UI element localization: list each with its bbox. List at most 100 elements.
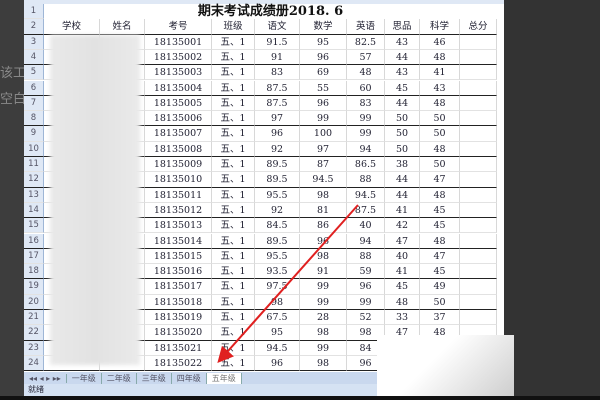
sheet-tab[interactable]: 二年级 [102,372,137,384]
cell[interactable]: 五、1 [212,294,255,310]
cell[interactable]: 37 [420,310,460,326]
cell[interactable]: 50 [385,126,420,142]
cell[interactable]: 思品 [385,19,420,35]
cell[interactable]: 班级 [212,19,255,35]
row-number[interactable]: 5 [24,65,44,81]
cell[interactable]: 41 [385,202,420,219]
cell[interactable]: 18135004 [145,80,212,96]
cell[interactable]: 52 [347,310,385,326]
cell[interactable]: 100 [300,126,347,142]
sheet-tab[interactable]: 一年级 [67,372,102,384]
cell[interactable]: 98 [300,248,347,265]
cell[interactable]: 95.5 [255,248,300,265]
cell[interactable]: 英语 [347,19,385,35]
cell[interactable]: 83 [347,95,385,112]
cell[interactable]: 语文 [255,19,300,35]
cell[interactable]: 41 [420,65,460,81]
cell[interactable]: 18135020 [145,325,212,341]
row-number[interactable]: 14 [24,202,44,219]
cell[interactable]: 99 [347,126,385,142]
cell[interactable]: 88 [347,172,385,188]
row-number[interactable]: 1 [24,4,44,20]
sheet-tab[interactable]: 五年级 [206,372,242,384]
cell[interactable]: 18135015 [145,248,212,265]
cell[interactable]: 67.5 [255,310,300,326]
cell[interactable]: 43 [385,34,420,50]
cell[interactable]: 96 [300,95,347,112]
row-number[interactable]: 3 [24,34,44,50]
cell[interactable]: 五、1 [212,111,255,127]
cell[interactable]: 48 [385,294,420,310]
row-number[interactable]: 11 [24,157,44,173]
cell[interactable] [460,157,497,173]
cell[interactable]: 69 [300,65,347,81]
cell[interactable]: 48 [420,233,460,249]
cell[interactable]: 五、1 [212,233,255,249]
cell[interactable]: 18135010 [145,172,212,188]
cell[interactable]: 五、1 [212,310,255,326]
row-number[interactable]: 9 [24,126,44,142]
cell[interactable] [460,248,497,265]
cell[interactable]: 86 [300,218,347,234]
cell[interactable]: 41 [385,264,420,280]
cell[interactable]: 学校 [44,19,100,35]
cell[interactable]: 50 [420,157,460,173]
cell[interactable]: 五、1 [212,264,255,280]
cell[interactable]: 83 [255,65,300,81]
cell[interactable]: 五、1 [212,34,255,50]
row-number[interactable]: 24 [24,355,44,372]
cell[interactable]: 97 [300,141,347,157]
cell[interactable] [460,34,497,50]
cell[interactable]: 94 [347,233,385,249]
cell[interactable]: 18135017 [145,279,212,295]
cell[interactable]: 88 [347,248,385,265]
cell[interactable]: 18135019 [145,310,212,326]
cell[interactable] [460,202,497,219]
cell[interactable] [460,310,497,326]
cell[interactable]: 44 [385,49,420,66]
cell[interactable]: 五、1 [212,141,255,157]
cell[interactable]: 60 [347,80,385,96]
row-number[interactable]: 15 [24,218,44,234]
cell[interactable]: 18135009 [145,157,212,173]
cell[interactable]: 18135002 [145,49,212,66]
cell[interactable]: 科学 [420,19,460,35]
cell[interactable]: 姓名 [100,19,145,35]
cell[interactable]: 99 [300,279,347,295]
cell[interactable] [460,80,497,96]
cell[interactable]: 46 [420,34,460,50]
sheet-title[interactable]: 期末考试成绩册2018. 6 [44,4,497,19]
cell[interactable] [460,187,497,203]
cell[interactable] [460,172,497,188]
cell[interactable]: 总分 [460,19,497,35]
cell[interactable]: 93.5 [255,264,300,280]
cell[interactable]: 87.5 [255,80,300,96]
cell[interactable]: 五、1 [212,218,255,234]
cell[interactable]: 18135014 [145,233,212,249]
cell[interactable]: 55 [300,80,347,96]
cell[interactable]: 五、1 [212,248,255,265]
cell[interactable]: 五、1 [212,172,255,188]
cell[interactable]: 45 [420,218,460,234]
cell[interactable]: 44 [385,95,420,112]
row-number[interactable]: 16 [24,233,44,249]
cell[interactable]: 50 [420,294,460,310]
cell[interactable] [460,218,497,234]
cell[interactable]: 48 [420,49,460,66]
cell[interactable]: 96 [347,279,385,295]
row-number[interactable]: 17 [24,248,44,265]
cell[interactable]: 38 [385,157,420,173]
cell[interactable]: 48 [420,95,460,112]
cell[interactable]: 49 [420,279,460,295]
cell[interactable]: 94 [347,141,385,157]
cell[interactable]: 28 [300,310,347,326]
cell[interactable]: 五、1 [212,80,255,96]
cell[interactable]: 95 [255,325,300,341]
cell[interactable]: 84.5 [255,218,300,234]
cell[interactable]: 18135018 [145,294,212,310]
cell[interactable]: 五、1 [212,49,255,66]
cell[interactable] [460,111,497,127]
cell[interactable]: 18135003 [145,65,212,81]
cell[interactable]: 91.5 [255,34,300,50]
cell[interactable]: 五、1 [212,340,255,356]
